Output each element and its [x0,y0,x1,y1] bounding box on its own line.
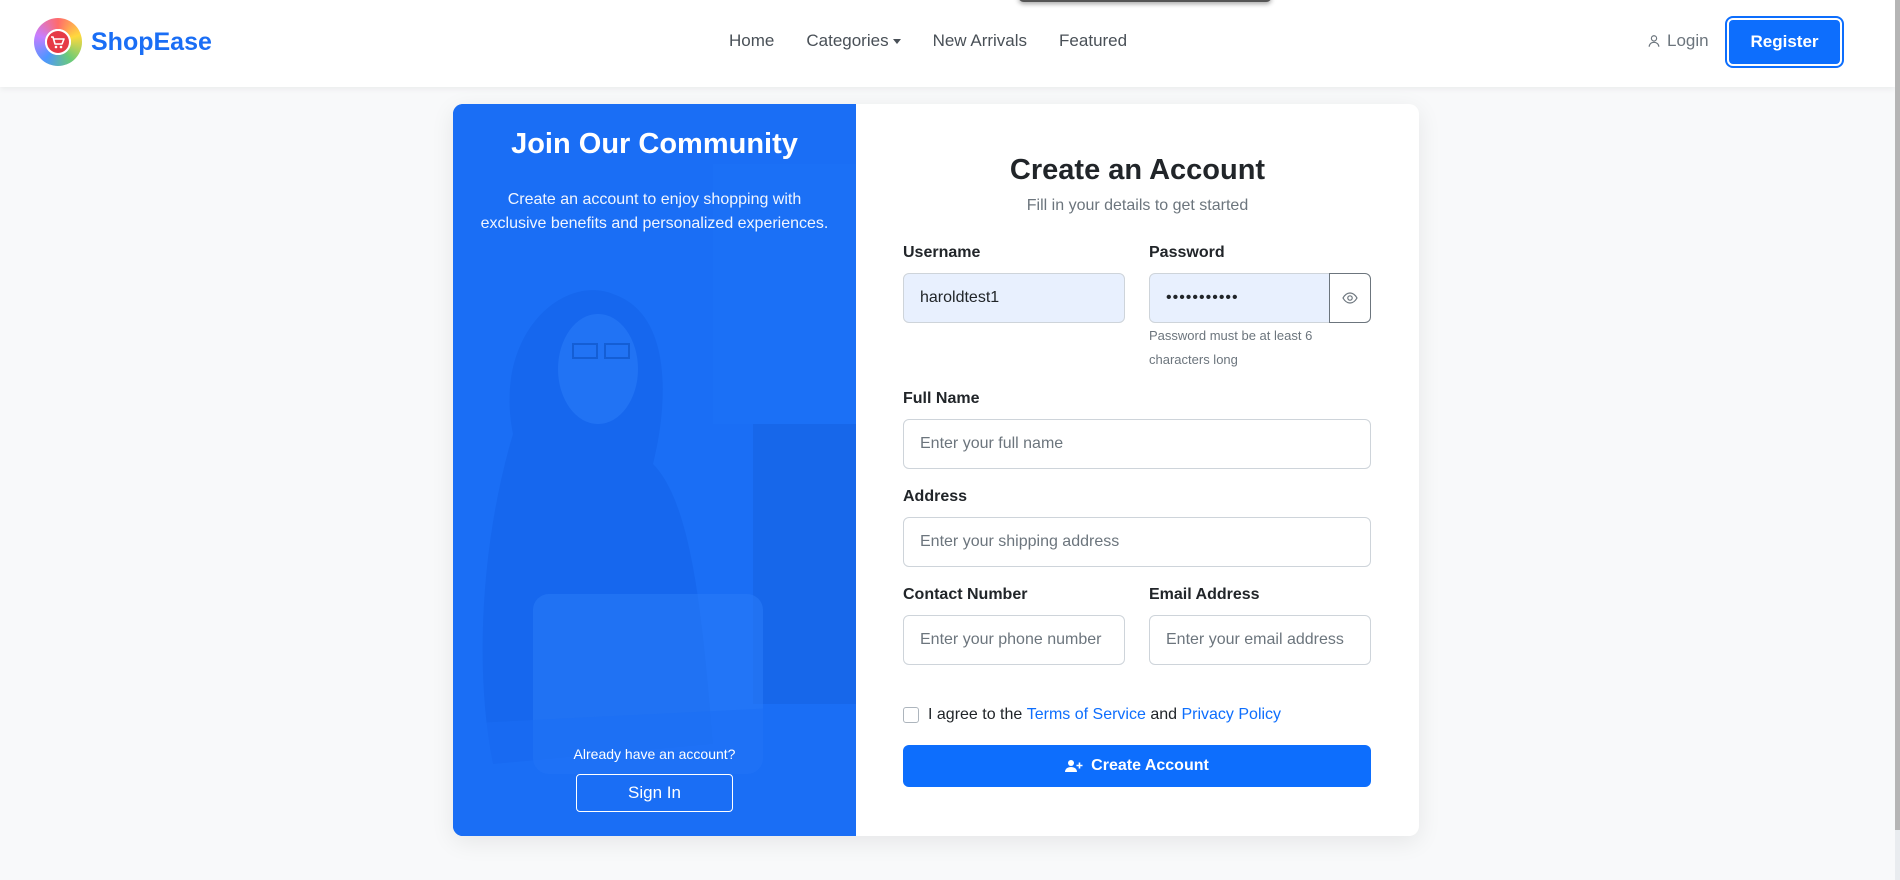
contact-number-input[interactable] [903,615,1125,665]
toggle-password-button[interactable] [1329,273,1371,323]
dropdown-menu-edge [1018,0,1272,2]
terms-of-service-link[interactable]: Terms of Service [1027,706,1146,724]
contact-number-label: Contact Number [903,586,1028,603]
shopping-cart-icon [47,31,69,53]
register-card: Join Our Community Create an account to … [453,104,1419,836]
main-nav: Home Categories New Arrivals Featured [729,31,1159,51]
full-name-label: Full Name [903,390,980,407]
eye-icon [1342,292,1358,304]
username-label: Username [903,244,981,261]
terms-agreement: I agree to the Terms of Service and Priv… [903,706,1281,724]
scrollbar-thumb[interactable] [1895,0,1900,830]
address-input[interactable] [903,517,1371,567]
address-label: Address [903,488,968,505]
page-scrollbar[interactable] [1895,0,1900,880]
email-input[interactable] [1149,615,1371,665]
username-input[interactable] [903,273,1125,323]
community-description: Create an account to enjoy shopping with… [480,191,829,232]
community-title: Join Our Community [511,128,798,160]
community-panel: Join Our Community Create an account to … [453,104,856,836]
sign-in-button[interactable]: Sign In [576,774,733,812]
form-title: Create an Account [1009,154,1266,186]
nav-new-arrivals[interactable]: New Arrivals [933,31,1027,51]
password-input[interactable] [1149,273,1330,323]
caret-down-icon [892,38,901,44]
brand-logo [34,18,82,66]
full-name-input[interactable] [903,419,1371,469]
nav-categories-label: Categories [806,31,889,50]
brand-logo-link[interactable]: ShopEase [34,18,212,66]
login-link[interactable]: Login [1647,31,1709,51]
top-navbar: ShopEase Home Categories New Arrivals Fe… [0,0,1895,87]
agree-middle: and [1145,706,1182,723]
nav-home[interactable]: Home [729,31,774,51]
nav-featured[interactable]: Featured [1059,31,1127,51]
agree-prefix: I agree to the [928,706,1027,723]
create-account-button[interactable]: Create Account [903,745,1371,787]
create-account-label: Create Account [1091,757,1209,774]
privacy-policy-link[interactable]: Privacy Policy [1181,706,1281,724]
registration-form: Create an Account Fill in your details t… [856,104,1419,836]
user-plus-icon [1065,760,1083,772]
nav-categories[interactable]: Categories [806,31,901,51]
already-have-account-text: Already have an account? [573,746,736,762]
brand-name: ShopEase [91,27,212,56]
form-subtitle: Fill in your details to get started [1026,197,1249,214]
user-icon [1648,35,1660,47]
agree-checkbox[interactable] [903,707,919,723]
password-label: Password [1149,244,1225,261]
email-label: Email Address [1149,586,1260,603]
login-label: Login [1667,31,1709,50]
register-button[interactable]: Register [1727,18,1842,66]
password-hint: Password must be at least 6 characters l… [1149,328,1313,367]
